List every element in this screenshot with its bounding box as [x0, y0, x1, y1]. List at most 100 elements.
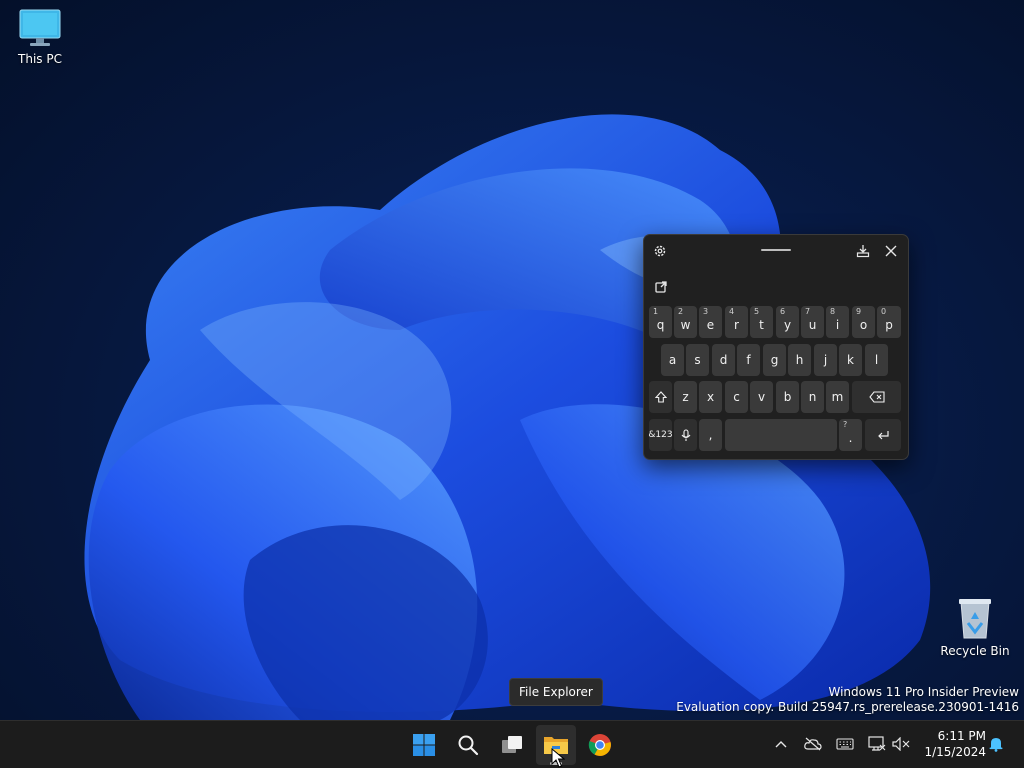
key-e[interactable]: 3e	[699, 306, 722, 338]
microphone-key[interactable]	[674, 419, 697, 451]
dock-icon	[856, 245, 870, 258]
watermark-line-1: Windows 11 Pro Insider Preview	[828, 685, 1019, 699]
key-q[interactable]: 1q	[649, 306, 672, 338]
key-label: f	[746, 353, 751, 367]
key-label: j	[823, 353, 828, 367]
key-label: g	[770, 353, 779, 367]
backspace-key[interactable]	[852, 381, 901, 413]
key-v[interactable]: v	[750, 381, 773, 413]
key-label: k	[847, 353, 854, 367]
onedrive-tray-button[interactable]	[802, 733, 824, 755]
keyboard-icon	[836, 738, 854, 750]
volume-tray-button[interactable]	[890, 733, 912, 755]
key-t[interactable]: 5t	[750, 306, 773, 338]
key-u[interactable]: 7u	[801, 306, 824, 338]
keyboard-settings-button[interactable]	[648, 239, 672, 263]
keyboard-dock-button[interactable]	[851, 239, 875, 263]
key-z[interactable]: z	[674, 381, 697, 413]
keyboard-close-button[interactable]	[879, 239, 903, 263]
key-label: i	[835, 318, 840, 332]
key-label: q	[656, 318, 665, 332]
clipboard-icon	[655, 281, 667, 293]
show-hidden-icons-button[interactable]	[770, 733, 792, 755]
task-view-button[interactable]	[492, 725, 532, 765]
keyboard-drag-handle[interactable]	[761, 249, 791, 251]
key-label: d	[719, 353, 728, 367]
desktop-icon-recycle-bin[interactable]: Recycle Bin	[935, 596, 1015, 658]
key-label: o	[859, 318, 868, 332]
key-label: m	[831, 390, 844, 404]
key-hint: 0	[881, 307, 887, 316]
key-label: s	[694, 353, 701, 367]
key-h[interactable]: h	[788, 344, 811, 376]
taskbar-clock[interactable]: 6:11 PM 1/15/2024	[922, 728, 986, 760]
key-m[interactable]: m	[826, 381, 849, 413]
key-p[interactable]: 0p	[877, 306, 901, 338]
clipboard-button[interactable]	[649, 275, 673, 299]
key-label: x	[706, 390, 715, 404]
backspace-icon	[868, 391, 885, 403]
key-label: ,	[708, 428, 713, 442]
search-button[interactable]	[448, 725, 488, 765]
start-button[interactable]	[404, 725, 444, 765]
touch-keyboard: 1q 2w 3e 4r 5t 6y 7u 8i 9o 0p a s d f g …	[643, 234, 909, 460]
key-label: l	[874, 353, 879, 367]
key-x[interactable]: x	[699, 381, 722, 413]
network-icon	[868, 736, 886, 751]
key-label: y	[783, 318, 792, 332]
chrome-icon	[588, 734, 611, 756]
chrome-button[interactable]	[580, 725, 620, 765]
key-label: &123	[648, 430, 673, 440]
key-o[interactable]: 9o	[852, 306, 875, 338]
task-view-icon	[502, 736, 522, 753]
clock-date: 1/15/2024	[924, 745, 986, 759]
network-tray-button[interactable]	[866, 733, 888, 755]
key-label: b	[783, 390, 792, 404]
key-label: z	[682, 390, 689, 404]
key-hint: 6	[780, 307, 786, 316]
keyboard-titlebar[interactable]	[644, 235, 908, 267]
key-a[interactable]: a	[661, 344, 684, 376]
key-c[interactable]: c	[725, 381, 748, 413]
key-hint: 2	[678, 307, 684, 316]
key-hint: ?	[843, 420, 848, 429]
key-j[interactable]: j	[814, 344, 837, 376]
speaker-mute-icon	[892, 737, 910, 751]
key-label: h	[795, 353, 804, 367]
key-label: u	[808, 318, 817, 332]
notifications-button[interactable]	[985, 733, 1007, 755]
key-hint: 5	[754, 307, 760, 316]
enter-key[interactable]	[865, 419, 901, 451]
key-g[interactable]: g	[763, 344, 786, 376]
key-label: c	[733, 390, 740, 404]
shift-key[interactable]	[649, 381, 672, 413]
key-i[interactable]: 8i	[826, 306, 849, 338]
key-hint: 9	[856, 307, 862, 316]
shift-icon	[654, 391, 667, 403]
key-label: p	[885, 318, 893, 332]
cloud-off-icon	[804, 737, 822, 751]
key-l[interactable]: l	[865, 344, 888, 376]
taskbar: 6:11 PM 1/15/2024	[0, 720, 1024, 768]
key-r[interactable]: 4r	[725, 306, 748, 338]
key-y[interactable]: 6y	[776, 306, 799, 338]
key-label: r	[734, 318, 739, 332]
key-label: n	[808, 390, 817, 404]
key-b[interactable]: b	[776, 381, 799, 413]
key-k[interactable]: k	[839, 344, 862, 376]
period-key[interactable]: ?.	[839, 419, 862, 451]
key-f[interactable]: f	[737, 344, 760, 376]
key-s[interactable]: s	[686, 344, 709, 376]
key-hint: 3	[703, 307, 709, 316]
watermark-line-2: Evaluation copy. Build 25947.rs_prerelea…	[676, 700, 1019, 714]
comma-key[interactable]: ,	[699, 419, 722, 451]
touch-keyboard-tray-button[interactable]	[834, 733, 856, 755]
space-key[interactable]	[725, 419, 837, 451]
key-d[interactable]: d	[712, 344, 735, 376]
symbols-key[interactable]: &123	[648, 419, 673, 451]
desktop-icon-label: Recycle Bin	[940, 644, 1010, 658]
desktop-icon-this-pc[interactable]: This PC	[0, 8, 80, 66]
key-w[interactable]: 2w	[674, 306, 697, 338]
key-hint: 4	[729, 307, 735, 316]
key-n[interactable]: n	[801, 381, 824, 413]
